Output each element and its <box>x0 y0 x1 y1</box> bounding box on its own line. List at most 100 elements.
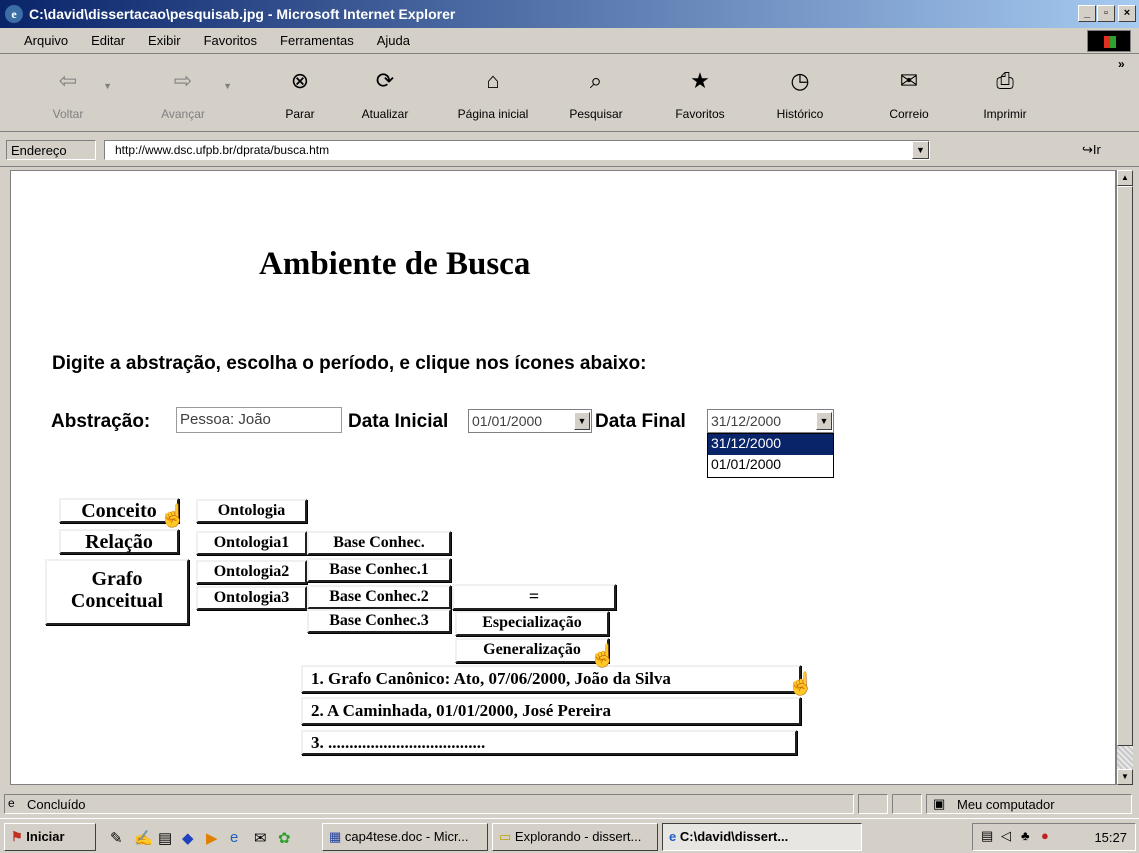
relacao-button[interactable]: Relação <box>59 529 179 554</box>
ontologia2-button[interactable]: Ontologia2 <box>196 560 307 584</box>
start-button[interactable]: ⚑ Iniciar <box>4 823 96 851</box>
menu-arquivo[interactable]: Arquivo <box>24 33 68 48</box>
page-content: Ambiente de Busca Digite a abstração, es… <box>10 170 1116 785</box>
ontologia3-button[interactable]: Ontologia3 <box>196 586 307 610</box>
end-date-option-2[interactable]: 01/01/2000 <box>708 455 833 476</box>
quicklaunch-icon[interactable]: ◆ <box>182 829 194 847</box>
history-button[interactable]: ◷ Histórico <box>760 55 840 132</box>
task-word-button[interactable]: ▦ cap4tese.doc - Micr... <box>322 823 488 851</box>
refresh-button[interactable]: ⟳ Atualizar <box>350 55 420 132</box>
abstraction-input[interactable]: Pessoa: João <box>176 407 342 433</box>
stop-button[interactable]: ⊗ Parar <box>272 55 328 132</box>
forward-button[interactable]: ⇨ Avançar ▼ <box>150 55 232 132</box>
menu-editar[interactable]: Editar <box>91 33 125 48</box>
back-dropdown-icon[interactable]: ▼ <box>103 81 112 91</box>
toolbar-overflow-icon[interactable]: » <box>1118 57 1125 71</box>
start-date-select[interactable]: 01/01/2000 ▼ <box>468 409 592 433</box>
forward-dropdown-icon[interactable]: ▼ <box>223 81 232 91</box>
tray-icon[interactable]: ● <box>1041 828 1049 843</box>
home-button[interactable]: ⌂ Página inicial <box>440 55 546 132</box>
word-doc-icon: ▦ <box>329 829 342 844</box>
scroll-thumb[interactable] <box>1117 186 1133 746</box>
windows-flag-icon: ⚑ <box>11 829 23 844</box>
menu-ferramentas[interactable]: Ferramentas <box>280 33 354 48</box>
home-icon: ⌂ <box>486 68 500 93</box>
toolbar: ⇦ Voltar ▼ ⇨ Avançar ▼ ⊗ Parar ⟳ Atualiz… <box>0 55 1139 132</box>
back-arrow-icon: ⇦ <box>58 68 78 93</box>
print-button[interactable]: ⎙ Imprimir <box>970 55 1040 132</box>
vertical-scrollbar[interactable]: ▲ ▼ <box>1116 170 1133 785</box>
maximize-button[interactable]: ▫ <box>1097 5 1115 22</box>
volume-icon[interactable]: ◁ <box>1001 828 1011 844</box>
quicklaunch-icon[interactable]: ▤ <box>158 829 172 847</box>
status-bar: e Concluído ▣ Meu computador <box>0 792 1139 816</box>
end-date-option-1[interactable]: 31/12/2000 <box>708 434 833 455</box>
instructions: Digite a abstração, escolha o período, e… <box>52 353 647 374</box>
abstraction-label: Abstração: <box>51 411 151 432</box>
end-date-options: 31/12/2000 01/01/2000 <box>707 433 834 478</box>
favorites-button[interactable]: ★ Favoritos <box>660 55 740 132</box>
search-icon: ⌕ <box>589 68 603 93</box>
taskbar: ⚑ Iniciar ✎ ✍ ▤ ◆ ▶ e ✉ ✿ ▦ cap4tese.doc… <box>0 818 1139 853</box>
mail-icon: ✉ <box>899 68 919 93</box>
printer-icon: ⎙ <box>996 68 1014 93</box>
url-input[interactable]: http://www.dsc.ufpb.br/dprata/busca.htm <box>104 140 930 160</box>
computer-icon: ▣ <box>933 796 946 811</box>
ie-quicklaunch-icon[interactable]: e <box>230 829 238 846</box>
base-conhec1-button[interactable]: Base Conhec.1 <box>307 558 451 582</box>
quicklaunch-icon[interactable]: ✎ <box>110 829 123 847</box>
back-button[interactable]: ⇦ Voltar ▼ <box>40 55 112 132</box>
minimize-button[interactable]: _ <box>1078 5 1096 22</box>
history-icon: ◷ <box>790 68 810 93</box>
result-1-button[interactable]: 1. Grafo Canônico: Ato, 07/06/2000, João… <box>301 665 801 693</box>
equals-button[interactable]: = <box>452 584 616 610</box>
ie-icon: e <box>669 829 677 844</box>
ontologia1-button[interactable]: Ontologia1 <box>196 531 307 555</box>
tray-icon[interactable]: ▤ <box>981 828 993 844</box>
base-conhec-button[interactable]: Base Conhec. <box>307 531 451 555</box>
chevron-down-icon[interactable]: ▼ <box>816 412 832 430</box>
result-2-button[interactable]: 2. A Caminhada, 01/01/2000, José Pereira <box>301 697 801 725</box>
title-bar: e C:\david\dissertacao\pesquisab.jpg - M… <box>0 0 1139 28</box>
page-title: Ambiente de Busca <box>259 246 531 282</box>
menu-exibir[interactable]: Exibir <box>148 33 181 48</box>
especializacao-button[interactable]: Especialização <box>455 611 609 636</box>
status-pane <box>858 794 888 814</box>
menu-bar: Arquivo Editar Exibir Favoritos Ferramen… <box>0 28 1139 54</box>
close-button[interactable]: × <box>1118 5 1136 22</box>
quicklaunch-icon[interactable]: ✉ <box>254 829 267 847</box>
base-conhec2-button[interactable]: Base Conhec.2 <box>307 585 451 609</box>
address-bar: Endereço http://www.dsc.ufpb.br/dprata/b… <box>0 133 1139 167</box>
quicklaunch-icon[interactable]: ✍ <box>134 829 153 847</box>
quicklaunch-icon[interactable]: ▶ <box>206 829 218 847</box>
menu-favoritos[interactable]: Favoritos <box>204 33 257 48</box>
go-arrow-icon: ↪ <box>1082 142 1093 157</box>
scroll-up-icon[interactable]: ▲ <box>1117 170 1133 186</box>
menu-ajuda[interactable]: Ajuda <box>377 33 410 48</box>
mail-button[interactable]: ✉ Correio <box>874 55 944 132</box>
hand-cursor-icon: ☝ <box>159 503 187 528</box>
search-button[interactable]: ⌕ Pesquisar <box>556 55 636 132</box>
ontologia-button[interactable]: Ontologia <box>196 499 307 523</box>
zone-status: ▣ Meu computador <box>926 794 1132 814</box>
end-date-select[interactable]: 31/12/2000 ▼ <box>707 409 834 433</box>
result-3-button[interactable]: 3. ..................................... <box>301 730 797 755</box>
network-icon[interactable]: ♣ <box>1021 828 1030 843</box>
system-tray: ▤ ◁ ♣ ● 15:27 <box>972 823 1136 851</box>
address-dropdown-icon[interactable]: ▼ <box>912 141 929 159</box>
address-label: Endereço <box>6 140 96 160</box>
go-button[interactable]: ↪Ir <box>1082 142 1101 158</box>
quicklaunch-icon[interactable]: ✿ <box>278 829 291 847</box>
clock[interactable]: 15:27 <box>1094 830 1127 845</box>
generalizacao-button[interactable]: Generalização <box>455 638 609 663</box>
window-title: C:\david\dissertacao\pesquisab.jpg - Mic… <box>29 6 456 22</box>
task-explorer-button[interactable]: ▭ Explorando - dissert... <box>492 823 658 851</box>
task-ie-button[interactable]: e C:\david\dissert... <box>662 823 862 851</box>
scroll-down-icon[interactable]: ▼ <box>1117 769 1133 785</box>
chevron-down-icon[interactable]: ▼ <box>574 412 590 430</box>
base-conhec3-button[interactable]: Base Conhec.3 <box>307 609 451 633</box>
grafo-conceitual-button[interactable]: Grafo Conceitual <box>45 559 189 625</box>
favorites-icon: ★ <box>690 68 710 93</box>
stop-icon: ⊗ <box>290 68 310 93</box>
hand-cursor-icon: ☝ <box>589 643 617 668</box>
